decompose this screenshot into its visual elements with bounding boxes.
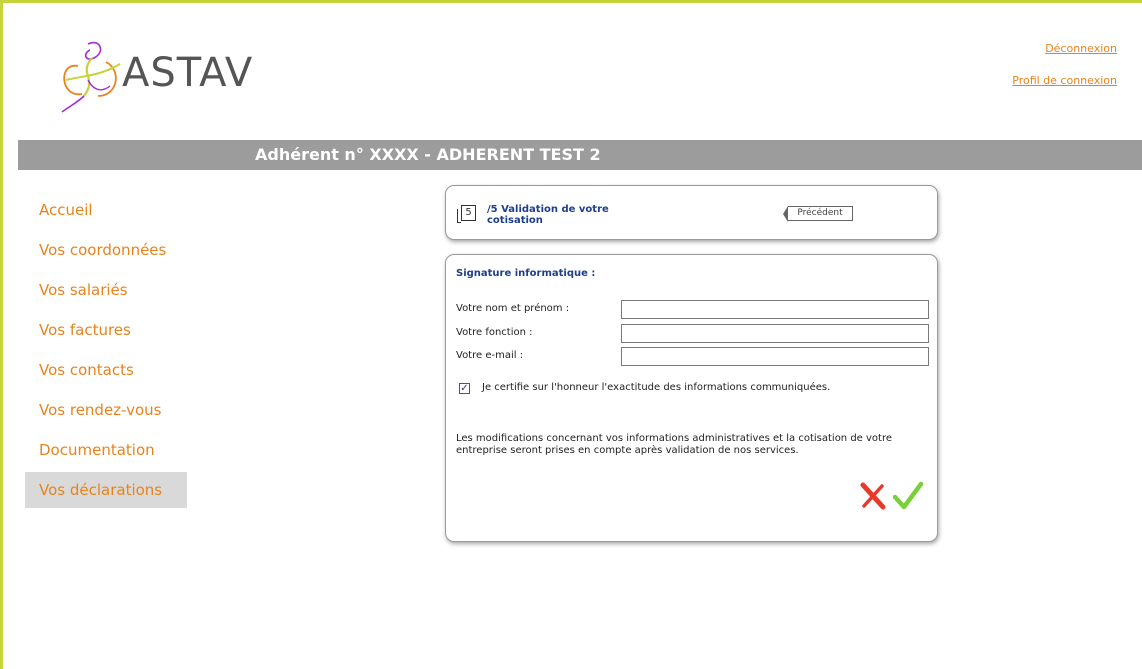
certify-label: Je certifie sur l'honneur l'exactitude d… bbox=[482, 382, 831, 393]
name-row: Votre nom et prénom : bbox=[456, 300, 931, 320]
signature-title: Signature informatique : bbox=[456, 268, 596, 279]
green-check-icon[interactable] bbox=[892, 481, 924, 515]
sidebar-item-rendez-vous[interactable]: Vos rendez-vous bbox=[25, 392, 187, 428]
name-label: Votre nom et prénom : bbox=[456, 303, 570, 314]
logo-text: ASTAV bbox=[122, 50, 254, 96]
sidebar-item-declarations[interactable]: Vos déclarations bbox=[25, 472, 187, 508]
function-input[interactable] bbox=[621, 324, 929, 343]
profile-link[interactable]: Profil de connexion bbox=[1012, 74, 1117, 87]
sidebar-item-factures[interactable]: Vos factures bbox=[25, 312, 187, 348]
function-row: Votre fonction : bbox=[456, 324, 931, 344]
astav-logo: ASTAV bbox=[48, 36, 252, 116]
member-banner: Adhérent n° XXXX - ADHERENT TEST 2 bbox=[18, 140, 1142, 170]
member-title: Adhérent n° XXXX - ADHERENT TEST 2 bbox=[255, 145, 601, 164]
red-cross-icon[interactable] bbox=[858, 481, 888, 515]
header-links: Déconnexion Profil de connexion bbox=[1012, 42, 1117, 106]
sidebar-nav: Accueil Vos coordonnées Vos salariés Vos… bbox=[25, 192, 187, 512]
logo-figure-icon bbox=[61, 41, 121, 113]
email-row: Votre e-mail : bbox=[456, 347, 931, 367]
form-actions bbox=[858, 481, 928, 513]
sidebar-item-coordonnees[interactable]: Vos coordonnées bbox=[25, 232, 187, 268]
email-input[interactable] bbox=[621, 347, 929, 366]
signature-form: Signature informatique : Votre nom et pr… bbox=[445, 254, 938, 542]
name-input[interactable] bbox=[621, 300, 929, 319]
sidebar-item-documentation[interactable]: Documentation bbox=[25, 432, 187, 468]
step-title: /5 Validation de votre cotisation bbox=[487, 204, 609, 226]
sidebar-item-salaries[interactable]: Vos salariés bbox=[25, 272, 187, 308]
step-number-icon: 5 bbox=[457, 205, 476, 223]
sidebar-item-contacts[interactable]: Vos contacts bbox=[25, 352, 187, 388]
certify-checkbox[interactable]: ✓ bbox=[459, 383, 470, 394]
previous-button[interactable]: Précédent bbox=[783, 206, 853, 222]
logout-link[interactable]: Déconnexion bbox=[1012, 42, 1117, 55]
step-panel: 5 /5 Validation de votre cotisation Préc… bbox=[445, 185, 938, 240]
function-label: Votre fonction : bbox=[456, 327, 533, 338]
email-label: Votre e-mail : bbox=[456, 350, 524, 361]
sidebar-item-accueil[interactable]: Accueil bbox=[25, 192, 187, 228]
validation-notice: Les modifications concernant vos informa… bbox=[456, 433, 893, 456]
